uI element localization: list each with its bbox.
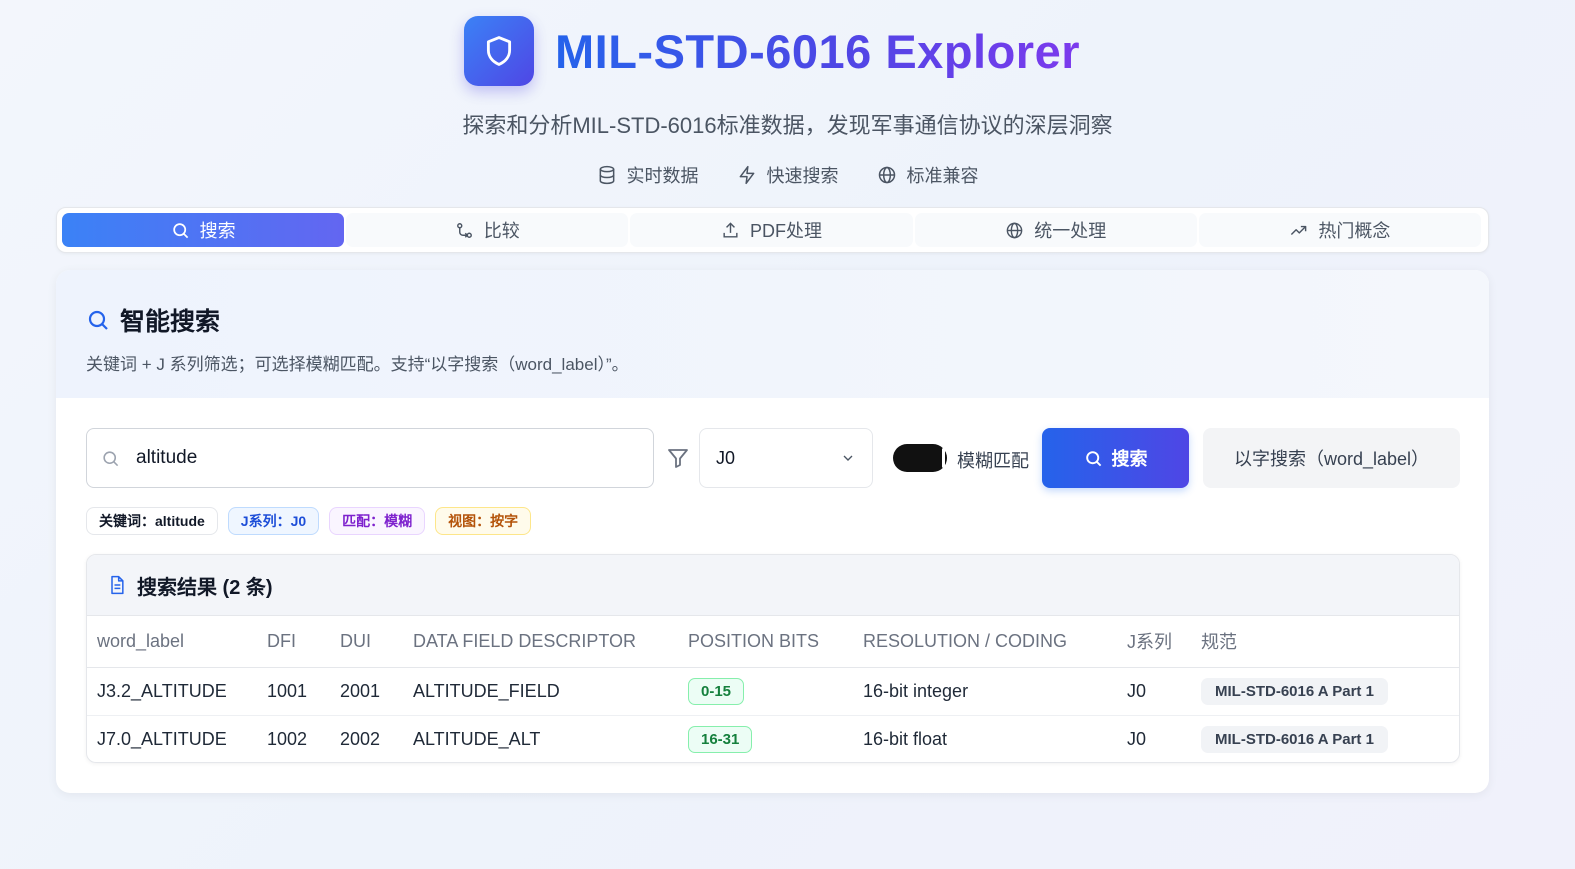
table-row[interactable]: J7.0_ALTITUDE 1002 2002 ALTITUDE_ALT 16-…	[87, 715, 1459, 762]
cell-descriptor: ALTITUDE_FIELD	[403, 667, 678, 716]
document-icon	[111, 575, 124, 595]
filter-chip: J系列：J0	[227, 507, 320, 535]
tab-trending[interactable]: 热门概念	[1198, 213, 1482, 247]
app-title: MIL-STD-6016 Explorer	[555, 24, 1081, 78]
filter-chip: 匹配：模糊	[329, 507, 426, 535]
fuzzy-label: 模糊匹配	[957, 451, 1029, 471]
search-controls: J0 模糊匹配 搜索 以字搜索（word_label）	[86, 428, 1460, 488]
results-title: 搜索结果 (2 条)	[137, 576, 273, 599]
database-icon	[599, 165, 614, 185]
column-header[interactable]: J系列	[1117, 616, 1191, 668]
cell-dui: 2002	[340, 728, 381, 749]
lightning-icon	[739, 165, 754, 185]
cell-dfi: 1002	[267, 728, 308, 749]
search-icon	[88, 310, 108, 330]
results-header: 搜索结果 (2 条)	[87, 555, 1459, 616]
column-header[interactable]: word_label	[87, 616, 257, 668]
search-field[interactable]	[86, 428, 654, 488]
search-icon	[1085, 450, 1101, 466]
cell-bits: 0-15	[678, 667, 853, 716]
column-header[interactable]: DATA FIELD DESCRIPTOR	[403, 616, 678, 668]
column-header[interactable]: DUI	[330, 616, 403, 668]
table-row[interactable]: J3.2_ALTITUDE 1001 2001 ALTITUDE_FIELD 0…	[87, 667, 1459, 716]
search-button-label: 搜索	[1111, 449, 1148, 469]
position-bits-badge: 0-15	[688, 677, 745, 705]
panel-description: 关键词 + J 系列筛选；可选择模糊匹配。支持“以字搜索（word_label）…	[86, 355, 629, 374]
search-icon	[103, 450, 119, 466]
cell-j-series: J0	[1127, 728, 1147, 749]
cell-resolution: 16-bit integer	[853, 667, 1117, 716]
active-filters: 关键词：altitude J系列：J0 匹配：模糊 视图：按字	[86, 507, 532, 535]
search-input[interactable]	[136, 447, 616, 469]
tab-label: 统一处理	[1034, 221, 1107, 241]
spec-badge: MIL-STD-6016 A Part 1	[1201, 725, 1388, 753]
feature-standard: 标准兼容	[877, 162, 979, 188]
shield-logo-icon	[464, 16, 534, 86]
results-table: word_label DFI DUI DATA FIELD DESCRIPTOR…	[87, 616, 1459, 762]
position-bits-badge: 16-31	[688, 725, 753, 753]
cell-descriptor: ALTITUDE_ALT	[413, 728, 541, 749]
cell-word-label: J3.2_ALTITUDE	[87, 667, 257, 716]
results-panel: 搜索结果 (2 条) word_label DFI DUI DATA FIELD…	[86, 554, 1460, 763]
j-series-select[interactable]: J0	[699, 428, 873, 488]
search-panel: 智能搜索 关键词 + J 系列筛选；可选择模糊匹配。支持“以字搜索（word_l…	[56, 270, 1489, 793]
panel-title: 智能搜索	[86, 302, 1459, 338]
tab-compare[interactable]: 比较	[346, 213, 629, 247]
filter-chip: 视图：按字	[435, 507, 532, 535]
cell-spec: MIL-STD-6016 A Part 1	[1191, 667, 1459, 716]
tab-label: 热门概念	[1318, 221, 1391, 241]
cell-dfi: 1001	[257, 667, 330, 716]
cell-dui: 2001	[330, 667, 403, 716]
column-header[interactable]: 规范	[1191, 616, 1459, 668]
cell-resolution: 16-bit float	[863, 728, 948, 749]
tab-label: 搜索	[199, 221, 236, 241]
j-series-value: J0	[716, 447, 736, 468]
cell-j-series: J0	[1117, 667, 1191, 716]
upload-icon	[723, 221, 738, 238]
table-header-row: word_label DFI DUI DATA FIELD DESCRIPTOR…	[87, 616, 1459, 668]
app-subtitle: 探索和分析MIL-STD-6016标准数据，发现军事通信协议的深层洞察	[462, 113, 1113, 138]
feature-list: 实时数据 快速搜索 标准兼容	[0, 162, 1575, 188]
tab-label: 比较	[483, 221, 520, 241]
hero-header: MIL-STD-6016 Explorer 探索和分析MIL-STD-6016标…	[0, 0, 1575, 200]
feature-label: 快速搜索	[766, 166, 839, 186]
search-button[interactable]: 搜索	[1042, 428, 1189, 488]
feature-fast-search: 快速搜索	[737, 162, 839, 188]
globe-icon	[1006, 222, 1023, 238]
panel-title-text: 智能搜索	[120, 308, 221, 336]
feature-label: 实时数据	[626, 166, 699, 186]
globe-icon	[878, 166, 895, 184]
word-search-button[interactable]: 以字搜索（word_label）	[1203, 428, 1460, 488]
brand: MIL-STD-6016 Explorer	[464, 16, 1080, 86]
column-header[interactable]: RESOLUTION / CODING	[853, 616, 1117, 668]
chevron-down-icon	[843, 455, 853, 461]
trending-icon	[1291, 225, 1307, 235]
cell-bits: 16-31	[678, 715, 853, 762]
main-tabs: 搜索 比较 PDF处理 统一处理 热门概念	[56, 207, 1489, 253]
search-icon	[172, 222, 188, 238]
tab-unified[interactable]: 统一处理	[914, 213, 1197, 247]
cell-word-label: J7.0_ALTITUDE	[97, 728, 227, 749]
column-header[interactable]: DFI	[257, 616, 330, 668]
tab-label: PDF处理	[750, 221, 822, 241]
toggle-knob	[942, 448, 945, 468]
panel-header: 智能搜索 关键词 + J 系列筛选；可选择模糊匹配。支持“以字搜索（word_l…	[56, 270, 1489, 398]
cell-spec: MIL-STD-6016 A Part 1	[1191, 715, 1459, 762]
compare-icon	[456, 222, 472, 238]
spec-badge: MIL-STD-6016 A Part 1	[1201, 677, 1388, 705]
feature-label: 标准兼容	[906, 166, 979, 186]
feature-realtime: 实时数据	[597, 162, 699, 188]
filter-chip: 关键词：altitude	[86, 507, 218, 535]
filter-icon	[668, 449, 688, 468]
tab-pdf[interactable]: PDF处理	[630, 213, 913, 247]
column-header[interactable]: POSITION BITS	[678, 616, 853, 668]
tab-search[interactable]: 搜索	[62, 213, 345, 247]
fuzzy-toggle[interactable]	[893, 444, 947, 472]
